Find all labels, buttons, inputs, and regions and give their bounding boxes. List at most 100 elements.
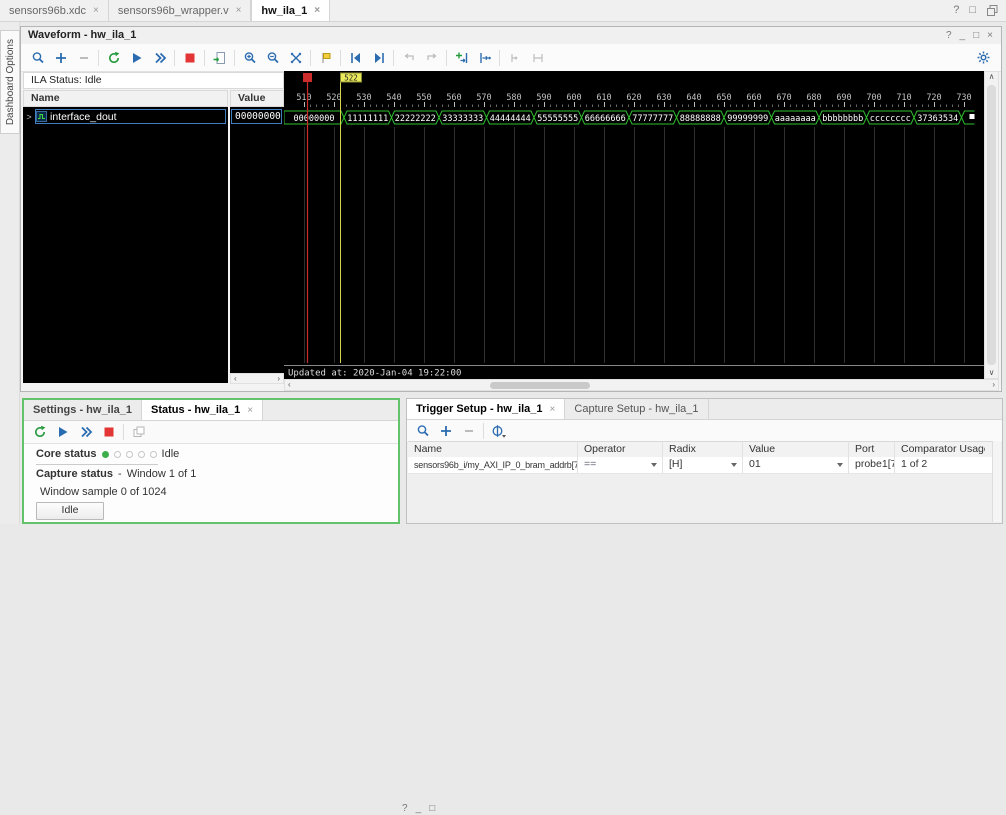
scroll-down-icon[interactable]: ∨ xyxy=(985,368,998,378)
svg-text:77777777: 77777777 xyxy=(632,114,673,124)
help-icon[interactable]: ? xyxy=(402,802,408,815)
stop-icon[interactable] xyxy=(178,47,201,68)
maximize-icon[interactable]: □ xyxy=(969,4,976,16)
tab-trigger-setup[interactable]: Trigger Setup - hw_ila_1 × xyxy=(407,399,566,419)
maximize-icon[interactable]: □ xyxy=(429,802,435,815)
divider xyxy=(36,464,158,465)
chevron-down-icon[interactable] xyxy=(651,463,657,467)
tab-label: Settings - hw_ila_1 xyxy=(33,404,133,416)
svg-text:600: 600 xyxy=(566,93,581,103)
value-column-header[interactable]: Value xyxy=(230,90,284,107)
goto-start-icon[interactable] xyxy=(344,47,367,68)
run-all-icon[interactable] xyxy=(148,47,171,68)
close-icon[interactable]: × xyxy=(550,404,556,415)
add-probe-icon[interactable] xyxy=(49,47,72,68)
add-probe-icon[interactable] xyxy=(434,421,457,442)
svg-text:620: 620 xyxy=(626,93,641,103)
run-trigger-icon[interactable] xyxy=(28,422,51,443)
svg-text:33333333: 33333333 xyxy=(442,114,483,124)
trigger-table-scrollbar[interactable] xyxy=(992,441,1001,522)
trigger-probe-row[interactable]: sensors96b_i/my_AXI_IP_0_bram_addrb[7:0]… xyxy=(408,457,993,474)
name-column-header[interactable]: Name xyxy=(23,90,228,107)
close-icon[interactable]: × xyxy=(314,5,320,16)
help-icon[interactable]: ? xyxy=(953,4,959,16)
scrollbar-thumb[interactable] xyxy=(490,382,590,389)
scroll-left-icon[interactable]: ‹ xyxy=(288,380,291,390)
value-dropdown[interactable]: 01 xyxy=(743,457,849,473)
swap-cursor-icon[interactable] xyxy=(503,47,526,68)
run-icon[interactable] xyxy=(51,422,74,443)
next-transition-icon[interactable] xyxy=(420,47,443,68)
zoom-to-transition-icon[interactable] xyxy=(450,47,473,68)
close-icon[interactable]: × xyxy=(247,405,253,416)
dashboard-options-tab[interactable]: Dashboard Options xyxy=(0,30,20,134)
float-window-icon[interactable] xyxy=(986,4,998,16)
goto-transition-icon[interactable] xyxy=(473,47,496,68)
waveform-horizontal-scrollbar[interactable]: ‹ › xyxy=(284,379,999,391)
close-icon[interactable]: × xyxy=(987,29,993,42)
stop-icon[interactable] xyxy=(97,422,120,443)
column-header-operator[interactable]: Operator xyxy=(578,442,663,458)
waveform-window: Waveform - hw_ila_1 ? _ □ × ILA Status: … xyxy=(20,26,1002,392)
run-trigger-icon[interactable] xyxy=(102,47,125,68)
radix-dropdown[interactable]: [H] xyxy=(663,457,743,473)
scroll-right-icon[interactable]: › xyxy=(992,380,995,390)
minimize-icon[interactable]: _ xyxy=(960,29,966,42)
export-data-icon[interactable] xyxy=(208,47,231,68)
scrollbar-thumb[interactable] xyxy=(987,85,996,365)
waveform-canvas[interactable]: 510 520 530 540 550 560 570 580 590 600 610 620 630 6… xyxy=(284,71,984,379)
zoom-out-icon[interactable] xyxy=(261,47,284,68)
previous-transition-icon[interactable] xyxy=(397,47,420,68)
probe-name-cell[interactable]: sensors96b_i/my_AXI_IP_0_bram_addrb[7:0] xyxy=(408,457,578,473)
settings-gear-icon[interactable] xyxy=(972,47,995,68)
scroll-up-icon[interactable]: ∧ xyxy=(985,72,998,82)
signal-name-cell[interactable]: interface_dout xyxy=(35,109,226,124)
column-header-comparator-usage[interactable]: Comparator Usage xyxy=(895,442,985,458)
expand-chevron-icon[interactable]: > xyxy=(23,112,35,122)
zoom-in-icon[interactable] xyxy=(238,47,261,68)
search-icon[interactable] xyxy=(26,47,49,68)
cursor-range-icon[interactable] xyxy=(526,47,549,68)
waveform-vertical-scrollbar[interactable]: ∧ ∨ xyxy=(984,71,999,379)
maximize-icon[interactable]: □ xyxy=(973,29,979,42)
tab-capture-setup[interactable]: Capture Setup - hw_ila_1 xyxy=(565,399,709,419)
tab-settings-hw-ila-1[interactable]: Settings - hw_ila_1 xyxy=(24,400,143,420)
windows-layout-icon[interactable] xyxy=(127,422,150,443)
scroll-right-icon[interactable]: › xyxy=(277,374,280,384)
status-dot-icon xyxy=(137,450,145,458)
help-icon[interactable]: ? xyxy=(946,29,952,42)
minimize-icon[interactable]: _ xyxy=(416,802,422,815)
value-panel-scrollbar[interactable]: ‹ › xyxy=(230,373,284,384)
bus-icon xyxy=(36,111,47,122)
goto-end-icon[interactable] xyxy=(367,47,390,68)
idle-button[interactable]: Idle xyxy=(36,502,104,520)
operator-dropdown[interactable]: == xyxy=(578,457,663,473)
search-icon[interactable] xyxy=(411,421,434,442)
tab-sensors96b-xdc[interactable]: sensors96b.xdc × xyxy=(0,0,109,21)
remove-probe-icon[interactable] xyxy=(72,47,95,68)
scroll-left-icon[interactable]: ‹ xyxy=(234,374,237,384)
run-all-icon[interactable] xyxy=(74,422,97,443)
tab-status-hw-ila-1[interactable]: Status - hw_ila_1 × xyxy=(142,400,264,420)
trigger-condition-icon[interactable] xyxy=(487,421,510,442)
tab-sensors96b-wrapper-v[interactable]: sensors96b_wrapper.v × xyxy=(109,0,252,21)
signal-row[interactable]: > interface_dout xyxy=(23,109,228,124)
svg-text:640: 640 xyxy=(686,93,701,103)
tab-hw-ila-1[interactable]: hw_ila_1 × xyxy=(251,0,331,21)
column-header-value[interactable]: Value xyxy=(743,442,849,458)
remove-probe-icon[interactable] xyxy=(457,421,480,442)
run-icon[interactable] xyxy=(125,47,148,68)
chevron-down-icon[interactable] xyxy=(731,463,737,467)
column-header-radix[interactable]: Radix xyxy=(663,442,743,458)
toolbar-separator xyxy=(204,49,205,66)
signal-value-cell[interactable]: 00000000 xyxy=(231,109,282,124)
add-marker-icon[interactable] xyxy=(314,47,337,68)
chevron-down-icon[interactable] xyxy=(837,463,843,467)
svg-text:520: 520 xyxy=(326,93,341,103)
tab-label: hw_ila_1 xyxy=(261,4,308,17)
close-icon[interactable]: × xyxy=(93,5,99,16)
column-header-port[interactable]: Port xyxy=(849,442,895,458)
close-icon[interactable]: × xyxy=(236,5,242,16)
column-header-name[interactable]: Name xyxy=(408,442,578,458)
zoom-fit-icon[interactable] xyxy=(284,47,307,68)
